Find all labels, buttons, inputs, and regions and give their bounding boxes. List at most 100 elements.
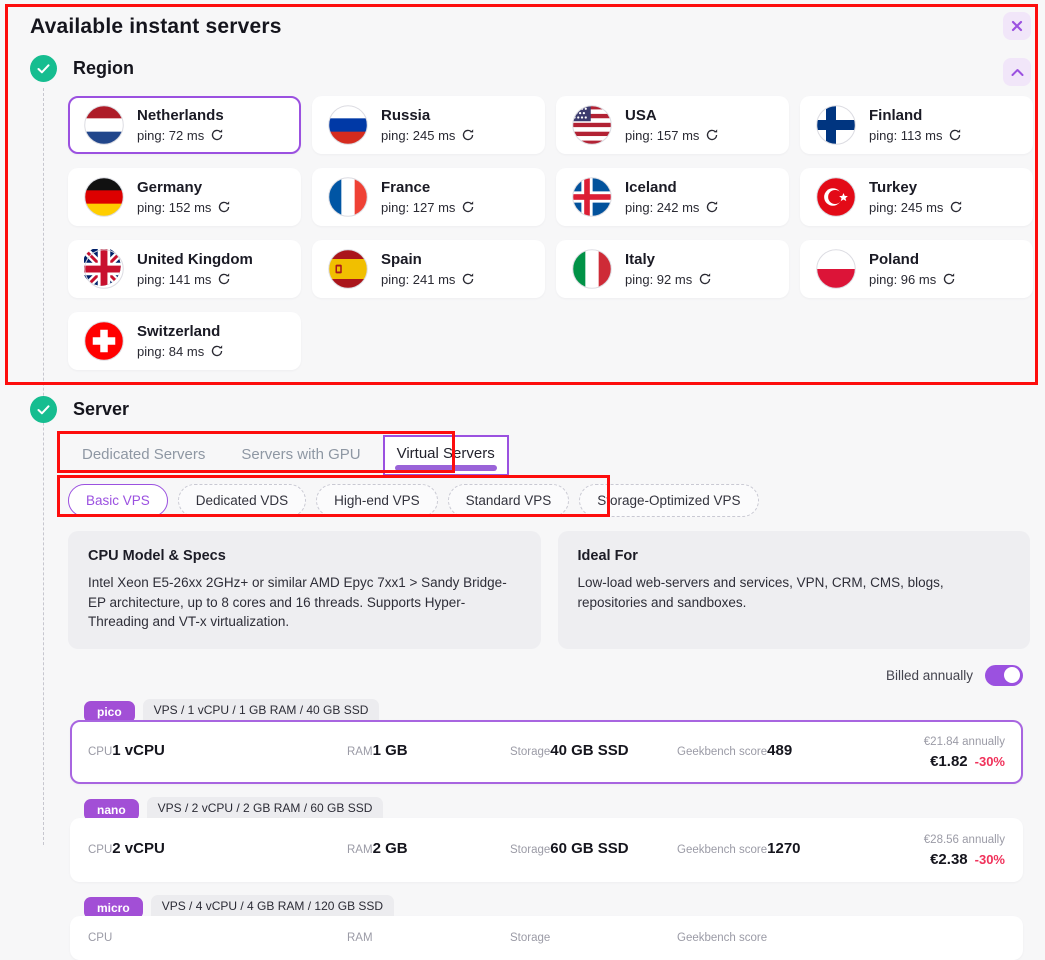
flag-russia-icon	[328, 105, 368, 145]
country-name: Germany	[137, 179, 202, 196]
refresh-ping-icon[interactable]	[461, 128, 475, 142]
ram-column-label: RAM	[347, 844, 373, 856]
cpu-value: 1 vCPU	[112, 742, 165, 759]
plan-list: pico VPS / 1 vCPU / 1 GB RAM / 40 GB SSD…	[70, 696, 1023, 960]
annual-price: €28.56 annually	[924, 834, 1005, 846]
refresh-ping-icon[interactable]	[705, 128, 719, 142]
ping-value: ping: 241 ms	[381, 272, 455, 287]
ping-value: ping: 152 ms	[137, 200, 211, 215]
billed-annually-label: Billed annually	[886, 668, 973, 683]
flag-united-kingdom-icon	[84, 249, 124, 289]
tab-dedicated-servers[interactable]: Dedicated Servers	[68, 435, 227, 476]
instant-servers-modal: Available instant servers Region Netherl…	[0, 0, 1045, 845]
flag-netherlands-icon	[84, 105, 124, 145]
country-name: Finland	[869, 107, 922, 124]
cpu-specs-card: CPU Model & Specs Intel Xeon E5-26xx 2GH…	[68, 531, 541, 649]
plan-card[interactable]: CPU RAM Storage Geekbench score	[70, 916, 1023, 960]
refresh-ping-icon[interactable]	[210, 128, 224, 142]
region-title: Region	[73, 58, 134, 79]
country-card-usa[interactable]: USA ping: 157 ms	[556, 96, 789, 154]
country-card-france[interactable]: France ping: 127 ms	[312, 168, 545, 226]
country-name: Russia	[381, 107, 430, 124]
refresh-ping-icon[interactable]	[210, 344, 224, 358]
ram-value: 2 GB	[373, 840, 408, 857]
ram-column-label: RAM	[347, 746, 373, 758]
country-name: Poland	[869, 251, 919, 268]
toggle-knob	[1004, 667, 1020, 683]
pill-dedicated-vds[interactable]: Dedicated VDS	[178, 484, 306, 517]
refresh-ping-icon[interactable]	[942, 272, 956, 286]
storage-value: 40 GB SSD	[550, 742, 628, 759]
country-card-finland[interactable]: Finland ping: 113 ms	[800, 96, 1033, 154]
ping-value: ping: 141 ms	[137, 272, 211, 287]
flag-iceland-icon	[572, 177, 612, 217]
pill-high-end-vps[interactable]: High-end VPS	[316, 484, 438, 517]
country-card-turkey[interactable]: Turkey ping: 245 ms	[800, 168, 1033, 226]
flag-usa-icon	[572, 105, 612, 145]
ideal-for-card: Ideal For Low-load web-servers and servi…	[558, 531, 1031, 649]
billed-annually-toggle[interactable]	[985, 665, 1023, 686]
discount-badge: -30%	[975, 754, 1005, 769]
plan-card[interactable]: CPU1 vCPU RAM1 GB Storage40 GB SSD Geekb…	[70, 720, 1023, 784]
cpu-column-label: CPU	[88, 844, 112, 856]
ideal-for-text: Low-load web-servers and services, VPN, …	[578, 573, 1011, 612]
tab-virtual-servers-label: Virtual Servers	[397, 445, 495, 462]
refresh-ping-icon[interactable]	[698, 272, 712, 286]
country-card-russia[interactable]: Russia ping: 245 ms	[312, 96, 545, 154]
ping-value: ping: 96 ms	[869, 272, 936, 287]
country-card-italy[interactable]: Italy ping: 92 ms	[556, 240, 789, 298]
cpu-column-label: CPU	[88, 746, 112, 758]
ram-column-label: RAM	[347, 932, 373, 944]
country-card-netherlands[interactable]: Netherlands ping: 72 ms	[68, 96, 301, 154]
info-cards: CPU Model & Specs Intel Xeon E5-26xx 2GH…	[68, 531, 1030, 649]
country-card-spain[interactable]: Spain ping: 241 ms	[312, 240, 545, 298]
plan-row-micro: micro VPS / 4 vCPU / 4 GB RAM / 120 GB S…	[70, 892, 1023, 960]
refresh-ping-icon[interactable]	[217, 272, 231, 286]
country-name: Netherlands	[137, 107, 224, 124]
refresh-ping-icon[interactable]	[705, 200, 719, 214]
refresh-ping-icon[interactable]	[948, 128, 962, 142]
country-name: Switzerland	[137, 323, 220, 340]
pill-basic-vps[interactable]: Basic VPS	[68, 484, 168, 517]
geekbench-column-label: Geekbench score	[677, 932, 767, 944]
pill-standard-vps[interactable]: Standard VPS	[448, 484, 570, 517]
refresh-ping-icon[interactable]	[461, 200, 475, 214]
country-card-germany[interactable]: Germany ping: 152 ms	[68, 168, 301, 226]
tab-servers-with-gpu[interactable]: Servers with GPU	[227, 435, 382, 476]
tab-virtual-servers[interactable]: Virtual Servers	[383, 435, 509, 476]
ping-value: ping: 92 ms	[625, 272, 692, 287]
refresh-ping-icon[interactable]	[461, 272, 475, 286]
ram-value: 1 GB	[373, 742, 408, 759]
plan-card[interactable]: CPU2 vCPU RAM2 GB Storage60 GB SSD Geekb…	[70, 818, 1023, 882]
storage-value: 60 GB SSD	[550, 840, 628, 857]
vps-filter-pills: Basic VPS Dedicated VDS High-end VPS Sta…	[68, 484, 1045, 517]
ping-value: ping: 157 ms	[625, 128, 699, 143]
server-title: Server	[73, 399, 129, 420]
country-name: Turkey	[869, 179, 917, 196]
cpu-value: 2 vCPU	[112, 840, 165, 857]
cpu-specs-title: CPU Model & Specs	[88, 548, 521, 564]
geekbench-value: 1270	[767, 840, 800, 857]
pill-storage-optimized-vps[interactable]: Storage-Optimized VPS	[579, 484, 758, 517]
refresh-ping-icon[interactable]	[217, 200, 231, 214]
flag-italy-icon	[572, 249, 612, 289]
active-tab-indicator	[395, 465, 497, 471]
ideal-for-title: Ideal For	[578, 548, 1011, 564]
country-card-united-kingdom[interactable]: United Kingdom ping: 141 ms	[68, 240, 301, 298]
country-card-switzerland[interactable]: Switzerland ping: 84 ms	[68, 312, 301, 370]
country-name: Italy	[625, 251, 655, 268]
country-card-poland[interactable]: Poland ping: 96 ms	[800, 240, 1033, 298]
ping-value: ping: 245 ms	[381, 128, 455, 143]
geekbench-value: 489	[767, 742, 792, 759]
monthly-price: €1.82	[930, 753, 968, 770]
discount-badge: -30%	[975, 852, 1005, 867]
server-type-tabs: Dedicated Servers Servers with GPU Virtu…	[68, 435, 1045, 476]
refresh-ping-icon[interactable]	[949, 200, 963, 214]
flag-poland-icon	[816, 249, 856, 289]
ping-value: ping: 127 ms	[381, 200, 455, 215]
country-name: Iceland	[625, 179, 677, 196]
cpu-column-label: CPU	[88, 932, 112, 944]
plan-row-nano: nano VPS / 2 vCPU / 2 GB RAM / 60 GB SSD…	[70, 794, 1023, 882]
country-card-iceland[interactable]: Iceland ping: 242 ms	[556, 168, 789, 226]
storage-column-label: Storage	[510, 844, 550, 856]
